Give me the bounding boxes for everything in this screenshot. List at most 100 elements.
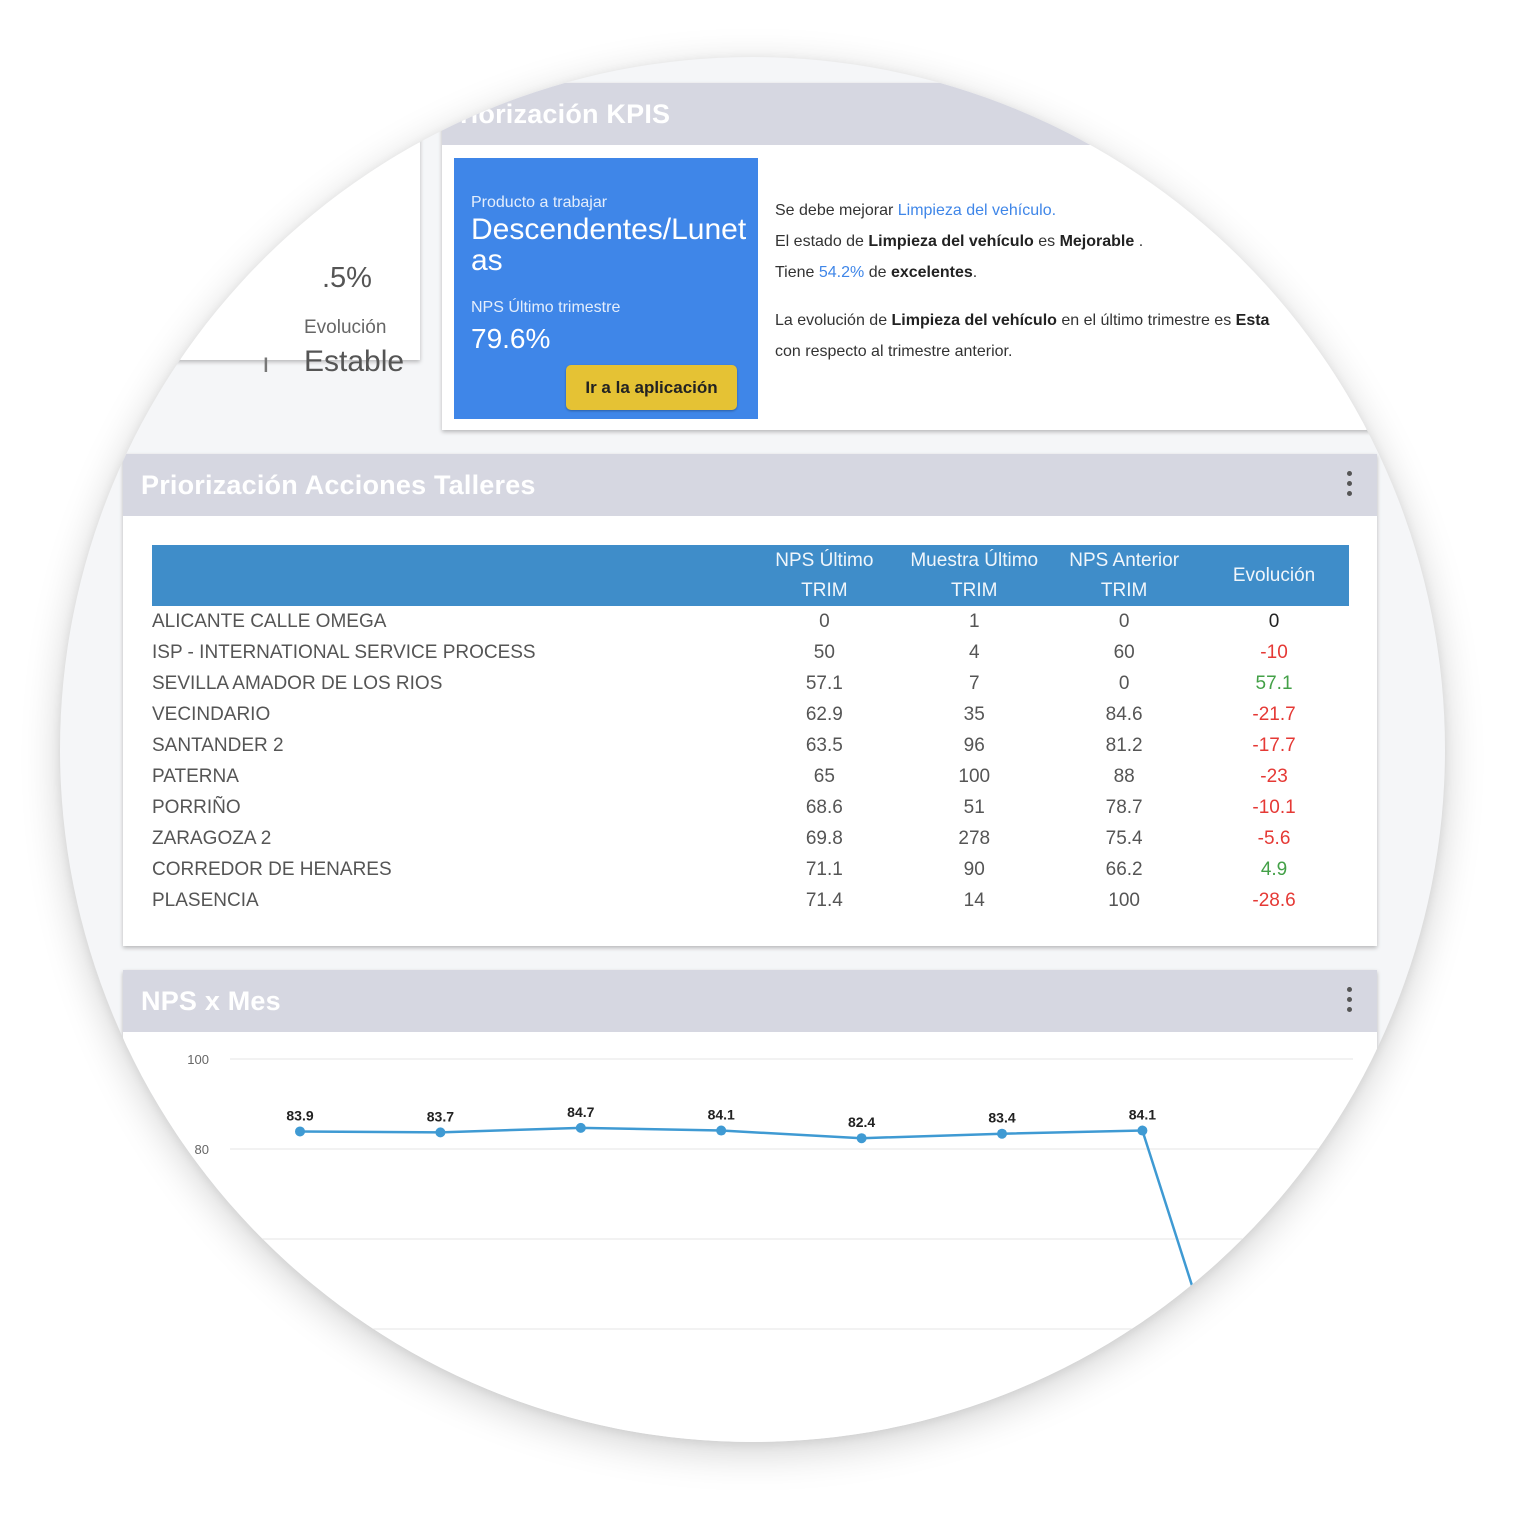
workshop-name: VECINDARIO: [152, 704, 271, 725]
evolucion-cell: 4.9: [1260, 859, 1288, 880]
nps-anterior-cell: 78.7: [1105, 797, 1143, 818]
workshop-name: PLASENCIA: [152, 890, 259, 911]
data-label: 84.1: [708, 1107, 735, 1123]
evolucion-cell: -17.7: [1252, 735, 1296, 756]
kpi-link[interactable]: Limpieza del vehículo.: [898, 202, 1056, 219]
kpi-status: Mejorable: [1059, 233, 1135, 250]
go-to-app-button[interactable]: Ir a la aplicación: [566, 365, 737, 410]
data-point: [295, 1126, 305, 1137]
table-row: ISP - INTERNATIONAL SERVICE PROCESS 50 4 60…: [152, 637, 1349, 668]
table-row: SEVILLA AMADOR DE LOS RIOS 57.1 7 0 57.1: [152, 668, 1349, 699]
data-point: [997, 1128, 1007, 1139]
nps-ultimo-cell: 63.5: [805, 735, 843, 756]
data-label: 83.9: [286, 1107, 313, 1123]
column-header-anterior[interactable]: NPS Anterior TRIM: [1049, 545, 1199, 606]
nps-anterior-cell: 100: [1108, 890, 1140, 911]
nps-anterior-cell: 88: [1113, 766, 1135, 787]
table-body: ALICANTE CALLE OMEGA 0 1 0 0 ISP - INTERNATIO…: [152, 606, 1349, 916]
muestra-ultimo-cell: 90: [963, 859, 985, 880]
nps-anterior-cell: 0: [1118, 611, 1130, 632]
workshop-name: ISP - INTERNATIONAL SERVICE PROCESS: [152, 642, 536, 663]
workshop-name: ALICANTE CALLE OMEGA: [152, 611, 387, 632]
nps-ultimo-cell: 50: [813, 642, 835, 663]
workshop-name: SANTANDER 2: [152, 735, 284, 756]
more-options-icon[interactable]: [1345, 471, 1353, 499]
nps-ultimo-cell: 0: [819, 611, 830, 632]
table-row: PLASENCIA 71.4 14 100 -28.6: [152, 885, 1349, 916]
data-label: 84.1: [1129, 1107, 1156, 1123]
column-header-evolucion[interactable]: Evolución: [1199, 545, 1349, 606]
nps-ultimo-cell: 68.6: [805, 797, 843, 818]
kpi-card: riorización KPIS Producto a trabajar Des…: [442, 83, 1445, 430]
text: .: [1134, 233, 1144, 250]
nps-anterior-cell: 81.2: [1105, 735, 1143, 756]
data-label: 82.4: [848, 1114, 875, 1130]
data-point: [435, 1127, 446, 1138]
muestra-ultimo-cell: 96: [963, 735, 985, 756]
evolucion-cell: -10: [1260, 642, 1288, 663]
table-header-row: NPS Último TRIM Muestra Último TRIM NPS An…: [152, 545, 1349, 606]
column-header-nps[interactable]: NPS Último TRIM: [749, 545, 899, 606]
data-point: [856, 1133, 867, 1144]
nps-ultimo-cell: 62.9: [805, 704, 843, 725]
kpi-percentage: 54.2%: [818, 264, 865, 281]
data-label: 83.7: [427, 1108, 454, 1124]
muestra-ultimo-cell: 51: [963, 797, 985, 818]
stat-card: .5% ı Evolución Estable: [100, 117, 420, 378]
muestra-ultimo-cell: 14: [963, 890, 985, 911]
table-row: VECINDARIO 62.9 35 84.6 -21.7: [152, 699, 1349, 730]
nps-line-chart: 100 80 83.9 83.7 84.7 84.1 82.4 83.4 84.1: [187, 1052, 1353, 1381]
nps-series-line: [299, 1126, 1224, 1381]
workshop-name: SEVILLA AMADOR DE LOS RIOS: [152, 673, 443, 694]
muestra-ultimo-cell: 7: [968, 673, 980, 694]
text: es: [1033, 233, 1060, 250]
workshop-name: CORREDOR DE HENARES: [152, 859, 392, 880]
evolucion-cell: 57.1: [1255, 673, 1293, 694]
text: .: [972, 264, 978, 281]
product-label: Producto a trabajar: [471, 194, 608, 211]
stat-evolution-label: Evolución: [304, 317, 387, 338]
column-header-name: [152, 545, 749, 606]
screenshot-circle-frame: .5% ı Evolución Estable riorización KPIS…: [60, 57, 1445, 1442]
data-point: [575, 1122, 586, 1133]
text: excelentes: [890, 264, 973, 281]
kpi-evolution: Esta: [1235, 312, 1270, 329]
text: El estado de: [775, 233, 869, 250]
evolucion-cell: -21.7: [1252, 704, 1296, 725]
data-point: [1137, 1125, 1148, 1136]
kpi-line-5: con respecto al trimestre anterior.: [775, 343, 1013, 360]
column-header-line: NPS Anterior: [1069, 549, 1180, 571]
evolucion-cell: -23: [1260, 766, 1288, 787]
kpi-line-3: Tiene 54.2% de excelentes.: [775, 257, 1445, 288]
muestra-ultimo-cell: 1: [968, 611, 980, 632]
evolucion-cell: 0: [1268, 611, 1280, 632]
nps-label: NPS Último trimestre: [471, 299, 621, 316]
column-header-line: Muestra Último: [910, 549, 1039, 571]
data-point: [716, 1125, 727, 1136]
nps-anterior-cell: 84.6: [1105, 704, 1143, 725]
nps-ultimo-cell: 57.1: [805, 673, 843, 694]
kpi-line-4: La evolución de Limpieza del vehículo en…: [775, 305, 1445, 336]
nps-ultimo-cell: 69.8: [805, 828, 843, 849]
product-summary-box: Producto a trabajar Descendentes/Lunetas…: [454, 158, 758, 419]
more-options-icon[interactable]: [1345, 987, 1353, 1015]
stat-cut-mark: ı: [262, 347, 270, 378]
workshop-name: ZARAGOZA 2: [152, 828, 272, 849]
nps-anterior-cell: 60: [1113, 642, 1135, 663]
talleres-card: Priorización Acciones Talleres NPS Últim…: [123, 454, 1377, 946]
kpi-line-2: El estado de Limpieza del vehículo es Me…: [775, 226, 1445, 257]
kpi-line-1: Se debe mejorar Limpieza del vehículo.: [775, 195, 1445, 226]
column-header-line: TRIM: [951, 579, 998, 601]
product-value: Descendentes/Lunetas: [471, 213, 747, 277]
data-label: 84.7: [567, 1104, 594, 1120]
column-header-muestra[interactable]: Muestra Último TRIM: [899, 545, 1049, 606]
nps-ultimo-cell: 65: [813, 766, 835, 787]
evolucion-cell: -28.6: [1252, 890, 1296, 911]
table-row: ZARAGOZA 2 69.8 278 75.4 -5.6: [152, 823, 1349, 854]
stat-evolution-value: Estable: [304, 345, 405, 378]
column-header-line: TRIM: [801, 579, 848, 601]
nps-ultimo-cell: 71.1: [805, 859, 843, 880]
nps-chart-card: NPS x Mes 100 80 83.9 83.7 84.7 84.1 82.4 83.4 8…: [123, 970, 1377, 1442]
muestra-ultimo-cell: 100: [958, 766, 991, 787]
stat-percentage: .5%: [322, 262, 372, 294]
